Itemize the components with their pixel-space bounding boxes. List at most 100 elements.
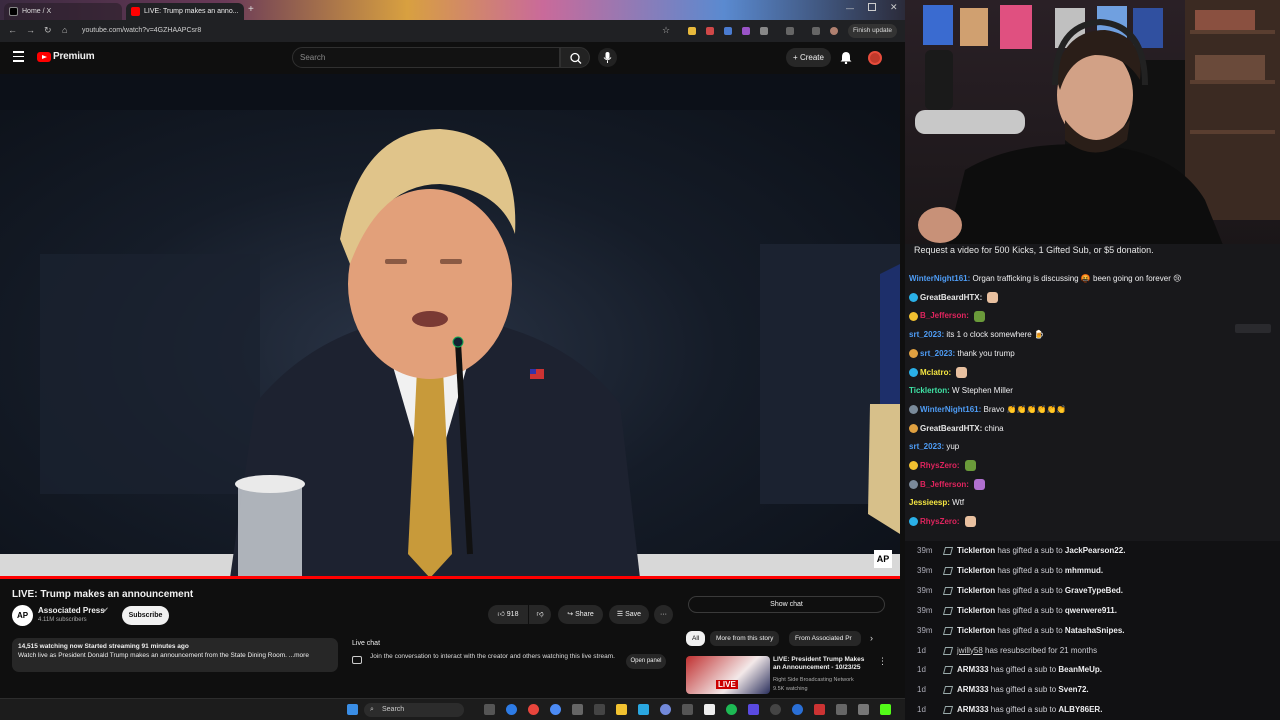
open-panel-button[interactable]: Open panel — [626, 654, 666, 669]
event-target[interactable]: mhmmud. — [1065, 566, 1103, 575]
event-user[interactable]: jwilly58 — [957, 646, 983, 655]
bookmark-star-icon[interactable]: ☆ — [662, 25, 670, 36]
chrome-icon[interactable] — [528, 704, 539, 715]
chat-username[interactable]: RhysZero: — [920, 461, 962, 470]
app-icon[interactable] — [748, 704, 759, 715]
taskbar-search[interactable]: ⌕ Search — [364, 703, 464, 717]
event-user[interactable]: Ticklerton — [957, 606, 995, 615]
chat-username[interactable]: Jessieesp: — [909, 498, 952, 507]
chat-username[interactable]: RhysZero: — [920, 517, 962, 526]
event-user[interactable]: Ticklerton — [957, 546, 995, 555]
hamburger-menu-icon[interactable] — [13, 51, 24, 62]
recommended-title[interactable]: LIVE: President Trump Makes an Announcem… — [773, 656, 871, 672]
chip-all[interactable]: All — [686, 631, 706, 646]
chrome-icon[interactable] — [550, 704, 561, 715]
youtube-premium-logo[interactable]: Premium — [53, 51, 95, 62]
create-button[interactable]: + Create — [786, 48, 831, 67]
notifications-bell-icon[interactable] — [840, 51, 852, 69]
chat-username[interactable]: GreatBeardHTX: — [920, 293, 984, 302]
chip-from-associated-press[interactable]: From Associated Pr — [789, 631, 861, 646]
subscribe-button[interactable]: Subscribe — [122, 606, 169, 625]
close-window-button[interactable]: ✕ — [890, 2, 898, 13]
share-button[interactable]: ↪ Share — [558, 605, 603, 624]
home-icon[interactable]: ⌂ — [62, 25, 67, 35]
tab-home-x[interactable]: Home / X — [4, 3, 122, 20]
new-tab-button[interactable]: + — [248, 5, 258, 15]
channel-avatar[interactable]: AP — [12, 605, 33, 626]
search-input[interactable]: Search — [292, 47, 560, 68]
reload-icon[interactable]: ↻ — [44, 25, 52, 36]
app-icon[interactable] — [572, 704, 583, 715]
extension-icon[interactable] — [724, 27, 732, 35]
recommended-thumbnail[interactable]: LIVE — [686, 656, 770, 694]
kick-icon[interactable] — [880, 704, 891, 715]
search-button[interactable] — [560, 47, 590, 68]
like-button[interactable]: 👍︎ 918 — [488, 605, 528, 624]
chat-username[interactable]: B_Jefferson: — [920, 311, 971, 320]
event-user[interactable]: Ticklerton — [957, 566, 995, 575]
forward-arrow-icon[interactable]: → — [26, 25, 35, 35]
event-target[interactable]: ALBY86ER. — [1058, 705, 1102, 714]
voice-search-button[interactable] — [598, 48, 617, 67]
youtube-logo-icon[interactable] — [37, 52, 51, 62]
message-actions[interactable] — [1235, 324, 1271, 333]
maximize-window-button[interactable] — [868, 3, 876, 11]
description-box[interactable]: 14,515 watching now Started streaming 91… — [12, 638, 338, 672]
extension-icon[interactable] — [706, 27, 714, 35]
event-user[interactable]: ARM333 — [957, 665, 989, 674]
save-button[interactable]: ☰ Save — [609, 605, 649, 624]
app-icon[interactable] — [704, 704, 715, 715]
event-target[interactable]: qwerwere911. — [1065, 606, 1117, 615]
app-icon[interactable] — [858, 704, 869, 715]
back-arrow-icon[interactable]: ← — [8, 25, 17, 35]
app-icon[interactable] — [814, 704, 825, 715]
spotify-icon[interactable] — [726, 704, 737, 715]
app-icon[interactable] — [594, 704, 605, 715]
video-player[interactable]: AP — [0, 74, 900, 578]
event-target[interactable]: NatashaSnipes. — [1065, 626, 1125, 635]
chat-username[interactable]: srt_2023: — [909, 330, 946, 339]
event-target[interactable]: GraveTypeBed. — [1065, 586, 1123, 595]
chevron-right-icon[interactable]: › — [870, 633, 873, 643]
event-user[interactable]: ARM333 — [957, 705, 989, 714]
extension-icon[interactable] — [742, 27, 750, 35]
chat-username[interactable]: WinterNight161: — [909, 274, 973, 283]
obs-icon[interactable] — [770, 704, 781, 715]
more-actions-button[interactable]: ··· — [654, 605, 673, 624]
show-chat-button[interactable]: Show chat — [688, 596, 885, 613]
edge-icon[interactable] — [506, 704, 517, 715]
chat-username[interactable]: srt_2023: — [920, 349, 957, 358]
event-target[interactable]: BeanMeUp. — [1058, 665, 1102, 674]
chat-username[interactable]: GreatBeardHTX: — [920, 424, 984, 433]
file-explorer-icon[interactable] — [616, 704, 627, 715]
event-target[interactable]: Sven72. — [1058, 685, 1088, 694]
windows-start-icon[interactable] — [347, 704, 358, 715]
dislike-button[interactable]: 👎︎ — [529, 605, 551, 624]
download-icon[interactable] — [812, 27, 820, 35]
tab-youtube-live[interactable]: LIVE: Trump makes an anno... — [126, 3, 244, 20]
profile-avatar[interactable] — [830, 27, 838, 35]
extensions-puzzle-icon[interactable] — [760, 27, 768, 35]
app-icon[interactable] — [836, 704, 847, 715]
chip-more-from-story[interactable]: More from this story — [710, 631, 780, 646]
minimize-window-button[interactable]: — — [846, 4, 854, 13]
video-progress-bar[interactable] — [0, 576, 900, 579]
chat-username[interactable]: srt_2023: — [909, 442, 946, 451]
channel-name[interactable]: Associated Press — [38, 606, 105, 615]
event-user[interactable]: ARM333 — [957, 685, 989, 694]
event-target[interactable]: JackPearson22. — [1065, 546, 1126, 555]
app-icon[interactable] — [792, 704, 803, 715]
address-bar[interactable]: youtube.com/watch?v=4GZHAAPCsr8 — [82, 23, 562, 39]
chat-username[interactable]: WinterNight161: — [920, 405, 984, 414]
finish-update-button[interactable]: Finish update — [848, 24, 898, 38]
discord-icon[interactable] — [660, 704, 671, 715]
app-icon[interactable] — [682, 704, 693, 715]
kebab-menu-icon[interactable]: ⋮ — [878, 656, 887, 667]
chat-username[interactable]: B_Jefferson: — [920, 480, 971, 489]
telegram-icon[interactable] — [638, 704, 649, 715]
sidebar-icon[interactable] — [786, 27, 794, 35]
event-user[interactable]: Ticklerton — [957, 626, 995, 635]
chat-username[interactable]: Mclatro: — [920, 368, 953, 377]
extension-icon[interactable] — [688, 27, 696, 35]
chat-username[interactable]: Ticklerton: — [909, 386, 952, 395]
